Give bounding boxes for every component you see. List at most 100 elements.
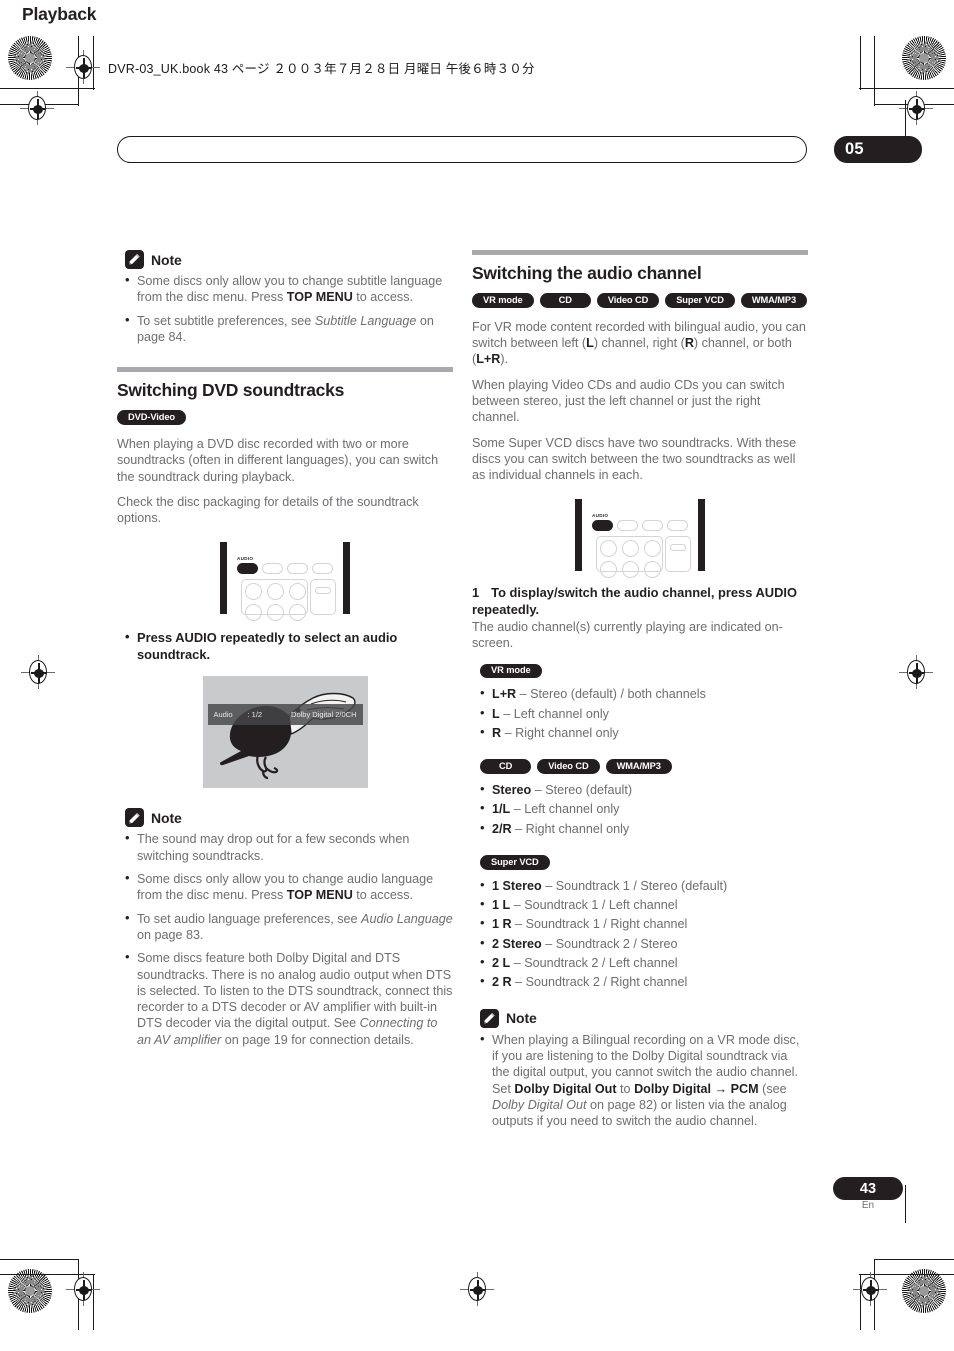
disc-badge-vr-mode: VR mode [480, 663, 542, 679]
step-number: 1 [472, 585, 480, 601]
channel-option-item: 1/L – Left channel only [480, 800, 808, 817]
osd-label: Audio [213, 710, 233, 720]
osd-info-bar: Audio : 1/2 Dolby Digital 2/0CH [207, 704, 363, 726]
remote-button-2 [262, 563, 283, 575]
note-label: Note [151, 251, 182, 268]
trim-rule-top-right-v2 [874, 36, 876, 106]
registration-crosshair-top-left [66, 50, 100, 84]
remote-side-key [670, 544, 686, 552]
channel-option-item: 2 R – Soundtrack 2 / Right channel [480, 973, 808, 990]
remote-control-illustration: AUDIO [575, 499, 705, 579]
channel-option-list: Stereo – Stereo (default) 1/L – Left chan… [480, 781, 808, 837]
channel-option-groups: VR mode L+R – Stereo (default) / both cha… [472, 663, 808, 991]
section-paragraphs: For VR mode content recorded with biling… [472, 319, 808, 484]
trim-rule-top-left-h [0, 88, 95, 90]
step-title: To display/switch the audio channel, pre… [472, 585, 798, 617]
note-item: Some discs feature both Dolby Digital an… [125, 949, 453, 1048]
remote-left-edge [575, 499, 582, 572]
paragraph: Some Super VCD discs have two soundtrack… [472, 435, 797, 483]
note-item: Some discs only allow you to change subt… [125, 272, 453, 306]
channel-option-group: Super VCD 1 Stereo – Soundtrack 1 / Stere… [472, 855, 808, 991]
section-switching-dvd-soundtracks: Switching DVD soundtracks DVD-Video When… [117, 367, 453, 526]
trim-rule-top-right-h2 [875, 104, 954, 106]
section-rule [472, 250, 808, 255]
registration-starburst-bottom-right [902, 1269, 946, 1313]
channel-option-item: 1 R – Soundtrack 1 / Right channel [480, 915, 808, 932]
trim-rule-right-edge [905, 100, 907, 136]
trim-rule-bottom-left-h [0, 1274, 95, 1276]
paragraph: When playing a DVD disc recorded with tw… [117, 436, 439, 484]
note-heading: Note [125, 250, 453, 269]
note-item: To set audio language preferences, see A… [125, 910, 453, 944]
disc-badge-wma-mp3: WMA/MP3 [740, 293, 808, 308]
remote-left-edge [220, 542, 227, 615]
registration-crosshair-left-middle [21, 655, 55, 689]
remote-button-3 [642, 520, 663, 532]
remote-key-5 [267, 604, 284, 622]
audio-button-highlighted [237, 563, 258, 575]
trim-rule-bottom-left-v2 [78, 1259, 80, 1330]
registration-starburst-top-right [902, 36, 946, 80]
registration-crosshair-bottom-right [853, 1272, 887, 1306]
remote-key-6 [644, 561, 661, 579]
remote-side-panel [665, 536, 691, 573]
note-block-bilingual: Note When playing a Bilingual recording … [472, 1008, 808, 1130]
trim-rule-top-right-v [860, 36, 862, 90]
paragraph: When playing Video CDs and audio CDs you… [472, 377, 785, 425]
pencil-icon [125, 808, 144, 828]
disc-badge-row: Super VCD [480, 855, 808, 870]
channel-option-item: L – Left channel only [480, 705, 808, 722]
disc-badge-row: VR mode CD Video CD Super VCD WMA/MP3 [472, 293, 808, 308]
disc-badge-video-cd: Video CD [596, 293, 660, 308]
note-item: To set subtitle preferences, see Subtitl… [125, 312, 453, 346]
registration-crosshair-bottom-center [460, 1272, 494, 1306]
note-heading: Note [480, 1008, 808, 1028]
disc-badge-row: DVD-Video [117, 410, 453, 425]
disc-badge-cd: CD [539, 293, 591, 308]
disc-badge-vr-mode: VR mode [472, 293, 534, 308]
audio-button-highlighted [592, 520, 613, 532]
note-block-audio: Note The sound may drop out for a few se… [117, 808, 453, 1048]
registration-crosshair-bottom-left [66, 1272, 100, 1306]
channel-option-item: R – Right channel only [480, 724, 808, 741]
channel-option-item: 1 Stereo – Soundtrack 1 / Stereo (defaul… [480, 877, 808, 894]
osd-screenshot: Audio : 1/2 Dolby Digital 2/0CH [202, 676, 368, 789]
channel-option-item: 2 L – Soundtrack 2 / Left channel [480, 954, 808, 971]
book-file-header: DVR-03_UK.book 43 ページ ２００３年７月２８日 月曜日 午後６… [108, 62, 535, 76]
trim-rule-top-left-v2 [78, 36, 80, 106]
disc-badge-super-vcd: Super VCD [665, 293, 735, 308]
step-1: 1 To display/switch the audio channel, pr… [472, 585, 808, 651]
trim-rule-bottom-left-v [93, 1274, 95, 1330]
section-rule [117, 367, 453, 373]
section-heading: Switching DVD soundtracks [117, 380, 345, 401]
disc-badge-row: VR mode [480, 663, 808, 679]
note-label: Note [151, 809, 182, 826]
note-item: The sound may drop out for a few seconds… [125, 830, 453, 864]
paragraph: For VR mode content recorded with biling… [472, 319, 806, 367]
trim-rule-right-edge-lower [905, 1185, 907, 1223]
remote-button-3 [287, 563, 308, 575]
channel-option-group: VR mode L+R – Stereo (default) / both cha… [472, 663, 808, 742]
disc-badge-row: CD Video CD WMA/MP3 [480, 759, 808, 775]
channel-option-group: CD Video CD WMA/MP3 Stereo – Stereo (defaul… [472, 759, 808, 837]
channel-option-list: 1 Stereo – Soundtrack 1 / Stereo (defaul… [480, 877, 808, 991]
channel-option-item: 1 L – Soundtrack 1 / Left channel [480, 896, 808, 913]
remote-key-5 [622, 561, 639, 579]
note-heading: Note [125, 808, 453, 828]
channel-option-item: L+R – Stereo (default) / both channels [480, 685, 808, 702]
disc-badge-dvd-video: DVD-Video [117, 410, 186, 425]
note-item: When playing a Bilingual recording on a … [480, 1031, 808, 1130]
channel-option-item: Stereo – Stereo (default) [480, 781, 808, 798]
trim-rule-bottom-right-v2 [874, 1259, 876, 1330]
chapter-number-badge: 05 [834, 136, 922, 163]
channel-option-list: L+R – Stereo (default) / both channels L … [480, 685, 808, 741]
remote-control-illustration: AUDIO [220, 542, 350, 622]
remote-button-4 [667, 520, 688, 532]
registration-crosshair-top-left-lower [20, 91, 54, 125]
pencil-icon [480, 1008, 499, 1028]
page-number-badge: 43 [833, 1177, 903, 1200]
remote-side-panel [310, 579, 336, 616]
instruction-bullet: Press AUDIO repeatedly to select an audi… [125, 629, 453, 663]
pencil-icon [125, 250, 144, 269]
note-list: The sound may drop out for a few seconds… [125, 830, 453, 1048]
